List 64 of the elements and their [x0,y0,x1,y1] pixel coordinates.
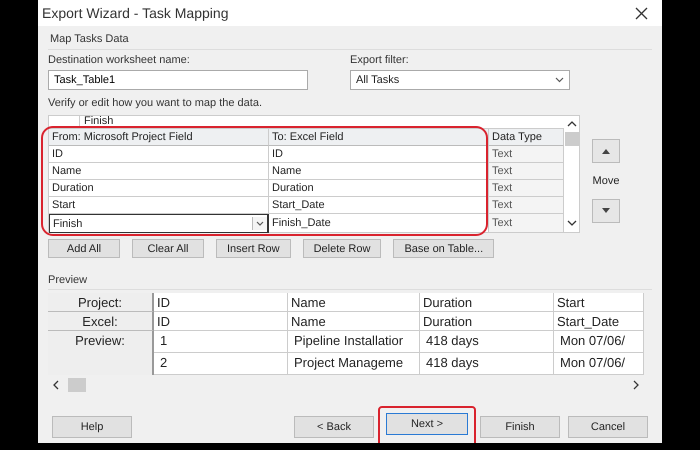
table-cell: ID [154,293,288,312]
table-cell: Text [489,146,564,163]
scrollbar-thumb[interactable] [564,132,578,146]
section-title: Preview [48,274,652,290]
table-cell: Name [288,293,420,312]
input-field[interactable]: Task_Table1 [48,70,308,90]
move-up-button[interactable] [592,139,620,163]
table-cell[interactable]: Name [269,163,489,180]
table-cell[interactable]: ID [49,146,269,163]
field-label: Export filter: [350,54,410,66]
table-cell: Duration [420,312,554,331]
table-cell[interactable]: Start_Date [269,197,489,214]
table-cell[interactable]: Finish_Date [269,214,489,233]
down-triangle-icon [602,208,610,214]
row-header: Preview: [48,331,154,353]
action-button[interactable]: Add All [48,239,120,258]
instruction-text: Verify or edit how you want to map the data. [48,97,264,109]
table-cell: Pipeline Installatior [288,331,420,353]
scroll-down-icon[interactable] [566,219,576,227]
table-cell: Text [489,163,564,180]
scroll-up-icon[interactable] [566,120,576,128]
table-cell-text: Finish [83,116,114,128]
column-header: Data Type [489,129,564,146]
table-cell: 418 days [420,331,554,353]
row-header: Excel: [48,312,154,331]
table-cell[interactable]: Name [49,163,269,180]
table-cell[interactable]: Finish [49,214,269,233]
section-title: Map Tasks Data [48,30,652,50]
filter-dropdown[interactable]: All Tasks [350,70,570,90]
table-cell[interactable]: Duration [269,180,489,197]
nav-button[interactable]: Cancel [568,416,648,438]
field-label: Destination worksheet name: [48,54,191,66]
table-cell: Text [489,180,564,197]
table-cell[interactable]: Start [49,197,269,214]
row-header: Project: [48,293,154,312]
table-cell[interactable]: Duration [49,180,269,197]
table-cell: Duration [420,293,554,312]
action-button[interactable]: Delete Row [302,239,382,258]
scroll-right-icon[interactable] [632,380,640,390]
nav-button[interactable]: < Back [294,416,374,438]
window-title: Export Wizard - Task Mapping [42,5,228,21]
table-cell: Text [489,197,564,214]
scroll-left-icon[interactable] [52,380,60,390]
table-cell[interactable]: ID [269,146,489,163]
action-button[interactable]: Insert Row [216,239,291,258]
action-button[interactable]: Clear All [132,239,204,258]
move-label: Move [592,175,620,187]
scrollbar-thumb[interactable] [68,378,86,392]
close-icon[interactable] [635,6,648,20]
table-cell: ID [154,312,288,331]
action-button[interactable]: Base on Table... [393,239,494,258]
nav-button[interactable]: Finish [480,416,560,438]
help-button[interactable]: Help [52,416,132,438]
column-header: From: Microsoft Project Field [49,129,269,146]
column-header: To: Excel Field [269,129,489,146]
table-cell: 1 [154,331,288,353]
table-cell: Text [489,214,564,233]
table-cell: Start_Date [554,312,644,331]
table-cell: Name [288,312,420,331]
move-down-button[interactable] [592,199,620,223]
table-cell: Start [554,293,644,312]
nav-button[interactable]: Next > [386,413,468,435]
table-cell: Mon 07/06/ [554,331,644,353]
up-triangle-icon [602,148,610,154]
